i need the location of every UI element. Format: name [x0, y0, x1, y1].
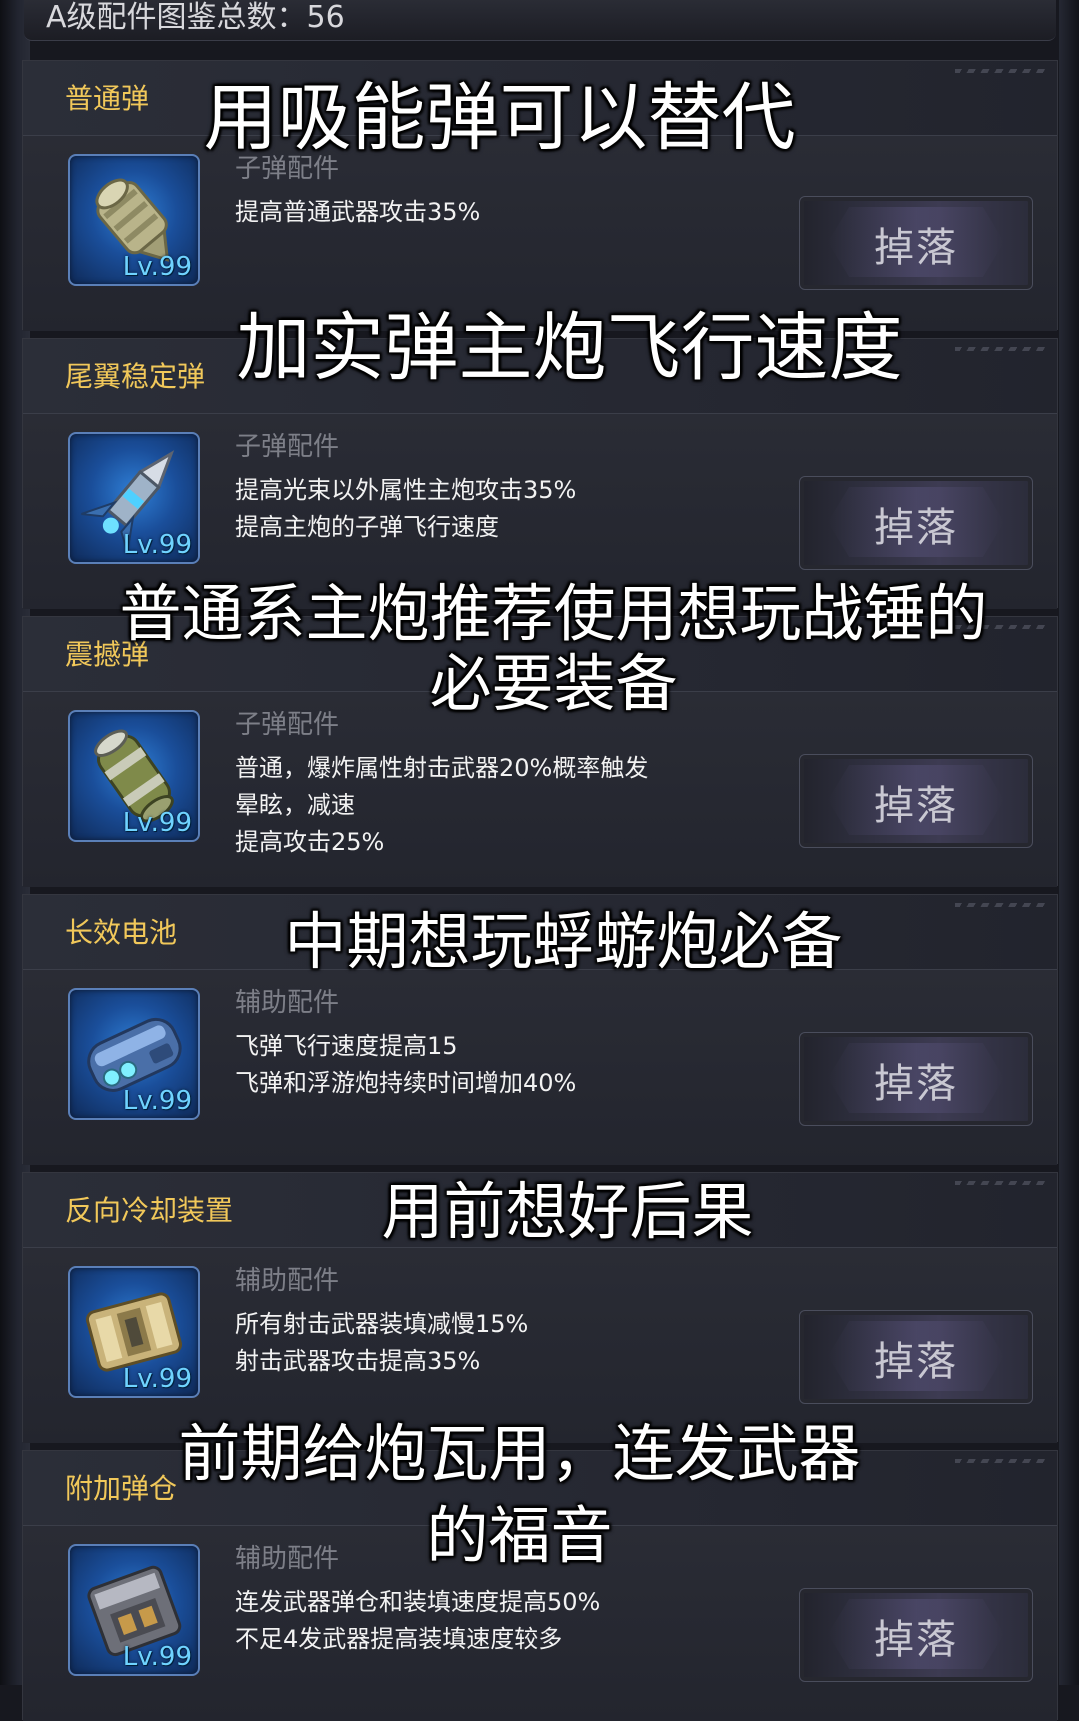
- description-line: 晕眩，减速: [235, 791, 355, 819]
- cooling-device-icon[interactable]: Lv.99: [68, 1266, 200, 1398]
- overlay-caption: 普通系主炮推荐使用想玩战锤的: [119, 577, 988, 650]
- part-card-body: Lv.99 子弹配件 普通，爆炸属性射击武器20%概率触发 晕眩，减速 提高攻击…: [23, 692, 1057, 887]
- description-line: 射击武器攻击提高35%: [235, 1347, 481, 1375]
- description-line: 提高攻击25%: [235, 828, 385, 856]
- part-card-body: Lv.99 辅助配件 飞弹飞行速度提高15 飞弹和浮游炮持续时间增加40% 掉落: [23, 970, 1057, 1165]
- part-level: Lv.99: [122, 808, 192, 838]
- drop-button[interactable]: 掉落: [799, 196, 1033, 290]
- description-line: 提高主炮的子弹飞行速度: [235, 513, 499, 541]
- part-card-body: Lv.99 辅助配件 所有射击武器装填减慢15% 射击武器攻击提高35% 掉落: [23, 1248, 1057, 1443]
- part-level: Lv.99: [122, 1642, 192, 1672]
- collection-summary-bar: A级配件图鉴总数：56: [24, 0, 1056, 41]
- part-level: Lv.99: [122, 1364, 192, 1394]
- right-background: [1059, 0, 1079, 1685]
- description-line: 普通，爆炸属性射击武器20%概率触发: [235, 754, 649, 782]
- battery-icon[interactable]: Lv.99: [68, 988, 200, 1120]
- description-line: 飞弹和浮游炮持续时间增加40%: [235, 1069, 577, 1097]
- description-line: 提高光束以外属性主炮攻击35%: [235, 476, 577, 504]
- drop-button[interactable]: 掉落: [799, 476, 1033, 570]
- drop-button-label: 掉落: [874, 1061, 958, 1107]
- drop-button-label: 掉落: [874, 783, 958, 829]
- description-line: 提高普通武器攻击35%: [235, 198, 481, 226]
- shock-bullet-icon[interactable]: Lv.99: [68, 710, 200, 842]
- part-description: 所有射击武器装填减慢15% 射击武器攻击提高35%: [235, 1306, 528, 1380]
- drop-button[interactable]: 掉落: [799, 754, 1033, 848]
- part-level: Lv.99: [122, 530, 192, 560]
- part-category: 辅助配件: [235, 1266, 340, 1296]
- part-description: 连发武器弹仓和装填速度提高50% 不足4发武器提高装填速度较多: [235, 1584, 600, 1658]
- drop-button-label: 掉落: [874, 505, 958, 551]
- overlay-caption: 加实弹主炮飞行速度: [236, 305, 903, 391]
- part-description: 普通，爆炸属性射击武器20%概率触发 晕眩，减速 提高攻击25%: [235, 750, 648, 861]
- collection-summary-text: A级配件图鉴总数：56: [46, 0, 345, 35]
- drop-button-label: 掉落: [874, 1339, 958, 1385]
- drop-button[interactable]: 掉落: [799, 1032, 1033, 1126]
- part-category: 辅助配件: [235, 988, 340, 1018]
- fin-stabilized-bullet-icon[interactable]: Lv.99: [68, 432, 200, 564]
- description-line: 不足4发武器提高装填速度较多: [235, 1625, 563, 1653]
- part-description: 提高普通武器攻击35%: [235, 194, 480, 231]
- part-level: Lv.99: [122, 1086, 192, 1116]
- part-card-body: Lv.99 子弹配件 提高普通武器攻击35% 掉落: [23, 136, 1057, 331]
- part-description: 提高光束以外属性主炮攻击35% 提高主炮的子弹飞行速度: [235, 472, 576, 546]
- part-description: 飞弹飞行速度提高15 飞弹和浮游炮持续时间增加40%: [235, 1028, 576, 1102]
- overlay-caption: 的福音: [426, 1499, 613, 1572]
- drop-button[interactable]: 掉落: [799, 1310, 1033, 1404]
- drop-button[interactable]: 掉落: [799, 1588, 1033, 1682]
- overlay-caption: 前期给炮瓦用，连发武器: [178, 1417, 861, 1490]
- part-level: Lv.99: [122, 252, 192, 282]
- drop-button-label: 掉落: [874, 1617, 958, 1663]
- description-line: 飞弹飞行速度提高15: [235, 1032, 458, 1060]
- description-line: 所有射击武器装填减慢15%: [235, 1310, 529, 1338]
- overlay-caption: 必要装备: [429, 647, 678, 720]
- normal-bullet-icon[interactable]: Lv.99: [68, 154, 200, 286]
- part-category: 子弹配件: [235, 432, 340, 462]
- overlay-caption: 中期想玩蜉蝣炮必备: [284, 905, 843, 978]
- description-line: 连发武器弹仓和装填速度提高50%: [235, 1588, 601, 1616]
- overlay-caption: 用吸能弹可以替代: [203, 75, 796, 161]
- part-card: 附加弹仓 Lv.99 辅助配件 连发武器弹仓和装填速度提高50% 不足4发武器提…: [22, 1450, 1058, 1721]
- drop-button-label: 掉落: [874, 225, 958, 271]
- overlay-caption: 用前想好后果: [381, 1175, 754, 1248]
